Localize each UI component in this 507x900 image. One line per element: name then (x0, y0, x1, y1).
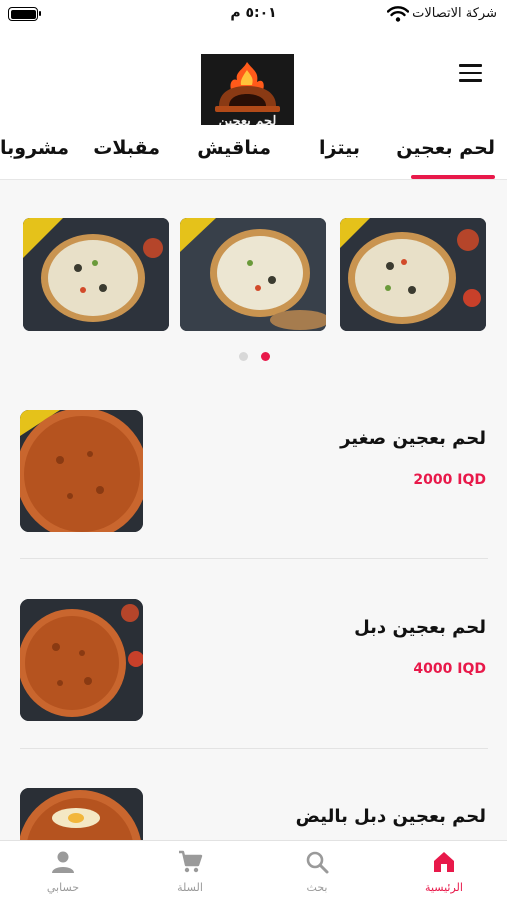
tab-lahm-bajeen[interactable]: لحم بعجين (396, 137, 495, 159)
nav-label: حسابي (46, 881, 80, 894)
product-image (20, 599, 143, 721)
wifi-icon (387, 6, 409, 22)
product-name: لحم بعجين دبل (354, 617, 486, 638)
menu-line (459, 64, 482, 67)
cart-icon (179, 850, 203, 873)
carrier-name: شركة الاتصالات (412, 6, 497, 21)
bottom-navigation: الرئيسية بحث السلة حسابي (0, 840, 507, 900)
pizza-image (180, 218, 326, 331)
divider (20, 558, 488, 559)
product-image (20, 410, 143, 532)
divider (20, 748, 488, 749)
search-icon (306, 851, 329, 874)
menu-line (459, 71, 482, 74)
pizza-image (340, 218, 486, 331)
status-bar: ٥:٠١ م شركة الاتصالات (0, 0, 507, 30)
lahm-bajeen-image (20, 410, 143, 532)
carousel-slide[interactable] (340, 218, 486, 331)
product-price: 4000 IQD (413, 661, 486, 677)
active-tab-indicator (411, 175, 495, 179)
tab-appetizers[interactable]: مقبلات (93, 137, 160, 159)
lahm-bajeen-double-image (20, 599, 143, 721)
carousel-pagination (239, 352, 279, 362)
tab-manakish[interactable]: مناقيش (197, 137, 271, 159)
nav-cart[interactable]: السلة (127, 841, 253, 900)
promo-carousel[interactable] (0, 218, 507, 334)
product-name: لحم بعجين صغير (340, 428, 486, 449)
product-price: 2000 IQD (413, 472, 486, 488)
pizza-image (23, 218, 169, 331)
product-card[interactable]: لحم بعجين صغير 2000 IQD (20, 410, 488, 559)
carousel-slide[interactable] (23, 218, 169, 331)
nav-account[interactable]: حسابي (0, 841, 126, 900)
nav-home[interactable]: الرئيسية (381, 841, 507, 900)
product-name: لحم بعجين دبل باليض (295, 806, 486, 827)
carousel-slide[interactable] (180, 218, 326, 331)
menu-button[interactable] (459, 64, 483, 84)
app-header: لحم بعجين (0, 30, 507, 146)
tab-drinks[interactable]: مشروبا (0, 137, 69, 159)
nav-search[interactable]: بحث (254, 841, 380, 900)
nav-label: السلة (177, 881, 203, 894)
person-icon (52, 851, 74, 873)
tab-pizza[interactable]: بيتزا (319, 137, 360, 159)
carousel-dot[interactable] (239, 352, 248, 361)
product-card[interactable]: لحم بعجين دبل 4000 IQD (20, 599, 488, 748)
nav-label: الرئيسية (425, 881, 463, 894)
carousel-dot-active[interactable] (261, 352, 270, 361)
nav-label: بحث (306, 881, 328, 894)
menu-line (459, 79, 482, 82)
category-tabs: لحم بعجين بيتزا مناقيش مقبلات مشروبا (0, 125, 507, 180)
home-icon (434, 852, 454, 872)
